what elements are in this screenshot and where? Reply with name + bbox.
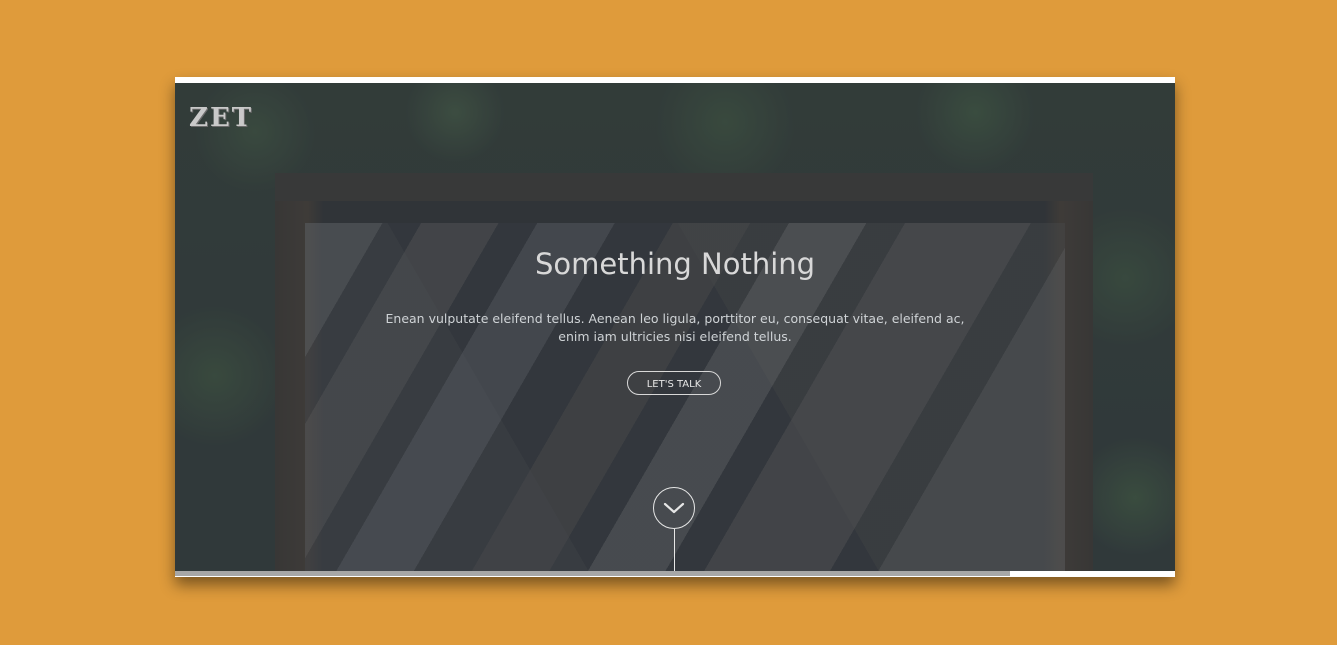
hero-headline: Something Nothing xyxy=(534,247,816,281)
scroll-progress-fill xyxy=(175,571,1010,576)
site-logo[interactable]: ZET xyxy=(189,103,253,133)
hero-description: Enean vulputate eleifend tellus. Aenean … xyxy=(385,311,965,344)
hero-section: ZET Something Nothing Enean vulputate el… xyxy=(175,83,1175,571)
lets-talk-button[interactable]: LET'S TALK xyxy=(627,371,721,395)
scroll-indicator-line xyxy=(674,529,675,571)
chevron-down-icon xyxy=(663,502,685,514)
scroll-progress-bar xyxy=(175,571,1175,576)
browser-frame: ZET Something Nothing Enean vulputate el… xyxy=(175,77,1175,577)
scroll-down-button[interactable] xyxy=(653,487,695,529)
